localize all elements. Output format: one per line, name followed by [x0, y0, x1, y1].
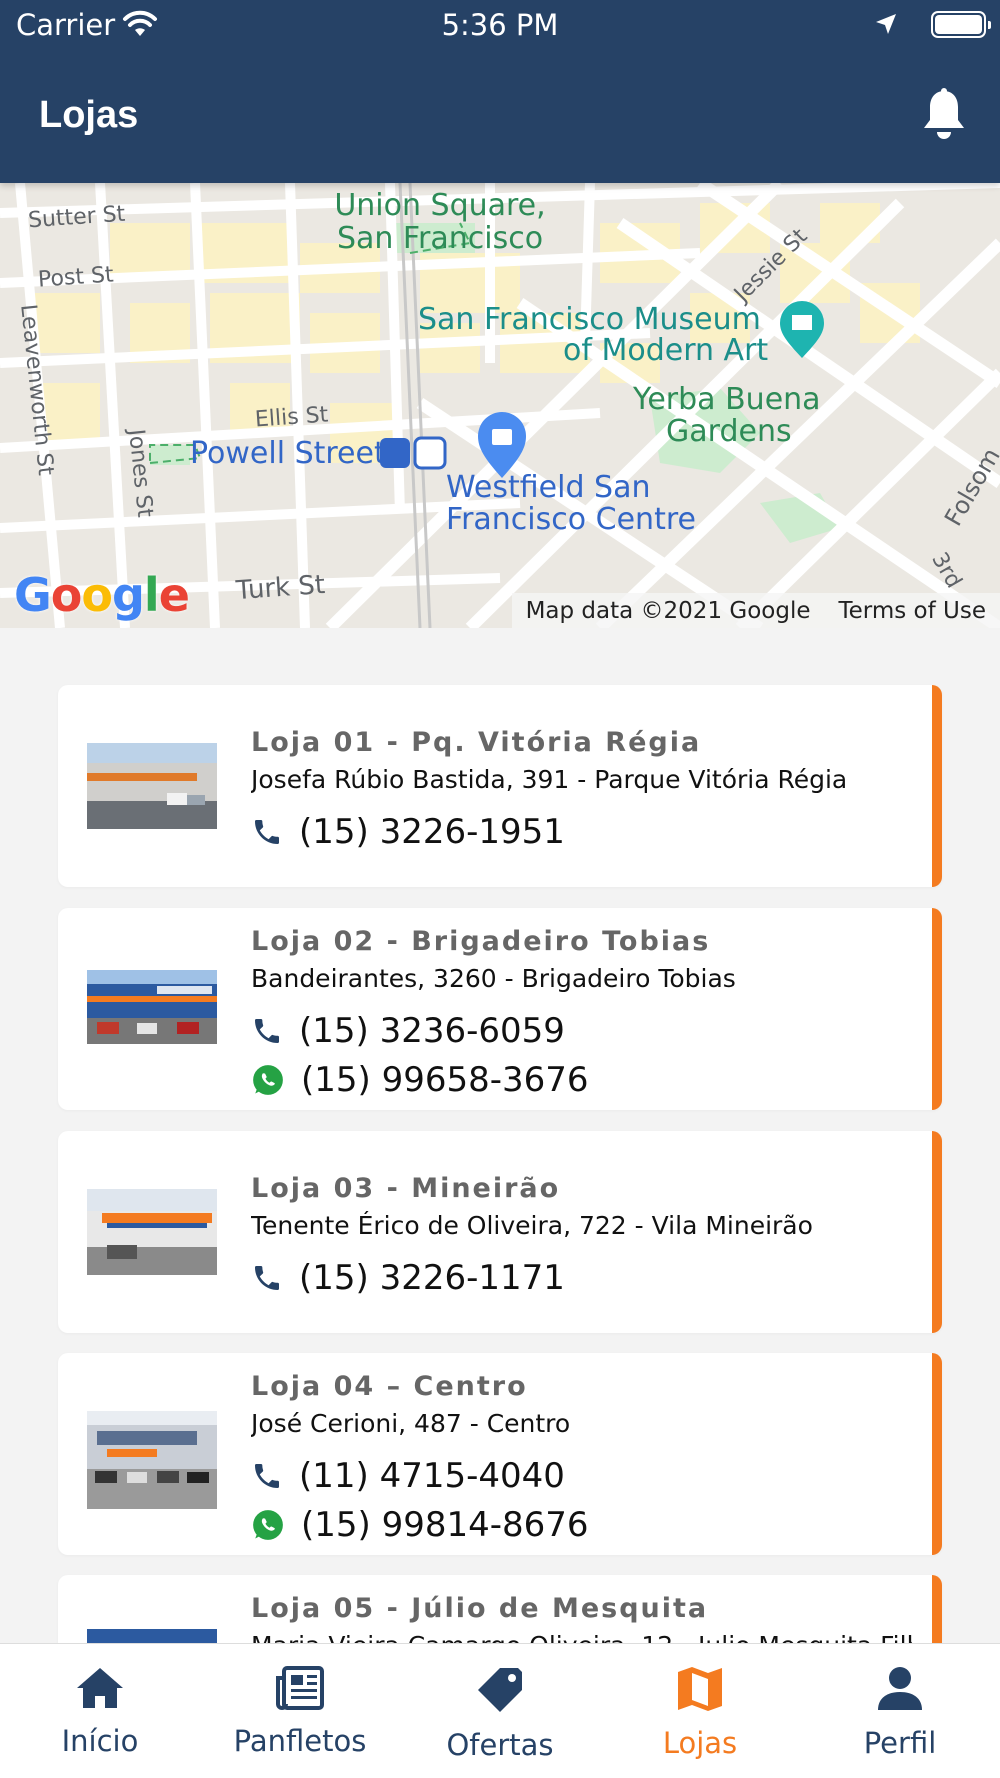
page-title: Lojas	[39, 94, 139, 136]
poi-sfmoma-line1[interactable]: San Francisco Museum	[418, 303, 761, 336]
store-info: Loja 04 – Centro José Cerioni, 487 - Cen…	[251, 1371, 912, 1549]
tab-bar: Início Panfletos Ofertas Lojas Perfil	[0, 1643, 1000, 1778]
poi-yerba-line1[interactable]: Yerba Buena	[633, 383, 821, 416]
tab-panfletos[interactable]: Panfletos	[200, 1644, 400, 1778]
store-title: Loja 01 - Pq. Vitória Régia	[251, 727, 702, 758]
tab-label: Perfil	[863, 1726, 937, 1760]
store-address: José Cerioni, 487 - Centro	[251, 1409, 571, 1438]
store-photo	[87, 743, 217, 829]
terms-of-use-link[interactable]: Terms of Use	[825, 598, 1000, 624]
poi-westfield-line2[interactable]: Francisco Centre	[446, 503, 696, 536]
store-photo	[87, 1189, 217, 1275]
tab-label: Lojas	[662, 1726, 738, 1760]
battery-icon	[931, 11, 991, 38]
store-phone[interactable]: (15) 3226-1951	[299, 812, 565, 852]
tab-label: Ofertas	[446, 1728, 554, 1762]
user-icon	[878, 1667, 922, 1710]
poi-powell-street[interactable]: Powell Street	[190, 437, 386, 470]
store-phone[interactable]: (15) 3236-6059	[299, 1011, 565, 1051]
phone-icon	[255, 819, 279, 844]
whatsapp-row[interactable]: (15) 99814-8676	[251, 1500, 912, 1549]
street-label: Turk St	[235, 569, 327, 607]
bell-icon[interactable]	[921, 88, 967, 145]
store-photo	[87, 970, 217, 1044]
tab-lojas[interactable]: Lojas	[600, 1644, 800, 1778]
status-bar: Carrier 5:36 PM	[0, 0, 1000, 50]
store-title: Loja 05 - Júlio de Mesquita	[251, 1593, 709, 1624]
store-whatsapp[interactable]: (15) 99658-3676	[301, 1060, 589, 1100]
phone-icon	[255, 1018, 279, 1043]
street-label: Post St	[37, 262, 115, 293]
status-time: 5:36 PM	[441, 8, 559, 42]
store-list[interactable]: Loja 01 - Pq. Vitória Régia Josefa Rúbio…	[0, 628, 1000, 1643]
phone-row[interactable]: (11) 4715-4040	[251, 1451, 912, 1500]
poi-union-square[interactable]: Union Square, San Francisco	[330, 189, 550, 255]
tab-ofertas[interactable]: Ofertas	[400, 1644, 600, 1778]
store-info: Loja 02 - Brigadeiro Tobias Bandeirantes…	[251, 926, 912, 1104]
store-card[interactable]: Loja 04 – Centro José Cerioni, 487 - Cen…	[58, 1353, 942, 1555]
whatsapp-icon	[253, 1064, 283, 1095]
store-whatsapp[interactable]: (15) 99814-8676	[301, 1505, 589, 1545]
store-card[interactable]: Loja 03 - Mineirão Tenente Érico de Oliv…	[58, 1131, 942, 1333]
street-label: Ellis St	[254, 402, 330, 433]
store-phone[interactable]: (11) 4715-4040	[299, 1456, 565, 1496]
tab-inicio[interactable]: Início	[0, 1644, 200, 1778]
poi-yerba-line2[interactable]: Gardens	[666, 415, 792, 448]
store-map[interactable]: Sutter St Post St Leavenworth St Jones S…	[0, 183, 1000, 628]
newspaper-icon	[276, 1666, 324, 1710]
store-address: Bandeirantes, 3260 - Brigadeiro Tobias	[251, 964, 736, 993]
store-address: Tenente Érico de Oliveira, 722 - Vila Mi…	[251, 1211, 813, 1240]
phone-row[interactable]: (15) 3226-1951	[251, 807, 912, 856]
tab-label: Início	[61, 1724, 139, 1758]
tab-perfil[interactable]: Perfil	[800, 1644, 1000, 1778]
store-title: Loja 03 - Mineirão	[251, 1173, 561, 1204]
museum-pin-icon	[780, 301, 824, 358]
store-phone[interactable]: (15) 3226-1171	[299, 1258, 565, 1298]
phone-icon	[255, 1463, 279, 1488]
store-address: Josefa Rúbio Bastida, 391 - Parque Vitór…	[251, 765, 848, 794]
store-info: Loja 05 - Júlio de Mesquita Maria Vieira…	[251, 1593, 912, 1643]
location-arrow-icon	[874, 12, 898, 41]
phone-row[interactable]: (15) 3236-6059	[251, 1006, 912, 1055]
store-title: Loja 04 – Centro	[251, 1371, 528, 1402]
store-card[interactable]: Loja 01 - Pq. Vitória Régia Josefa Rúbio…	[58, 685, 942, 887]
map-icon	[678, 1667, 722, 1711]
app-header: Carrier 5:36 PM Lojas	[0, 0, 1000, 183]
home-icon	[77, 1668, 123, 1708]
map-data-label: Map data ©2021 Google	[525, 597, 811, 624]
store-info: Loja 01 - Pq. Vitória Régia Josefa Rúbio…	[251, 727, 912, 856]
map-attribution: Map data ©2021 Google Terms of Use	[511, 593, 1000, 628]
store-info: Loja 03 - Mineirão Tenente Érico de Oliv…	[251, 1173, 912, 1302]
whatsapp-row[interactable]: (15) 99658-3676	[251, 1055, 912, 1104]
phone-icon	[255, 1265, 279, 1290]
store-photo	[87, 1629, 217, 1643]
poi-sfmoma-line2[interactable]: of Modern Art	[563, 334, 768, 367]
store-card[interactable]: Loja 02 - Brigadeiro Tobias Bandeirantes…	[58, 908, 942, 1110]
whatsapp-icon	[253, 1509, 283, 1540]
store-photo	[87, 1411, 217, 1509]
tag-icon	[478, 1668, 522, 1712]
google-logo: Google	[14, 568, 190, 622]
tab-label: Panfletos	[233, 1724, 367, 1758]
store-title: Loja 02 - Brigadeiro Tobias	[251, 926, 711, 957]
phone-row[interactable]: (15) 3226-1171	[251, 1253, 912, 1302]
poi-westfield-line1[interactable]: Westfield San	[446, 471, 650, 504]
store-address: Maria Vieira Camargo Oliveira, 12 - Juli…	[251, 1631, 912, 1643]
store-card[interactable]: Loja 05 - Júlio de Mesquita Maria Vieira…	[58, 1575, 942, 1643]
